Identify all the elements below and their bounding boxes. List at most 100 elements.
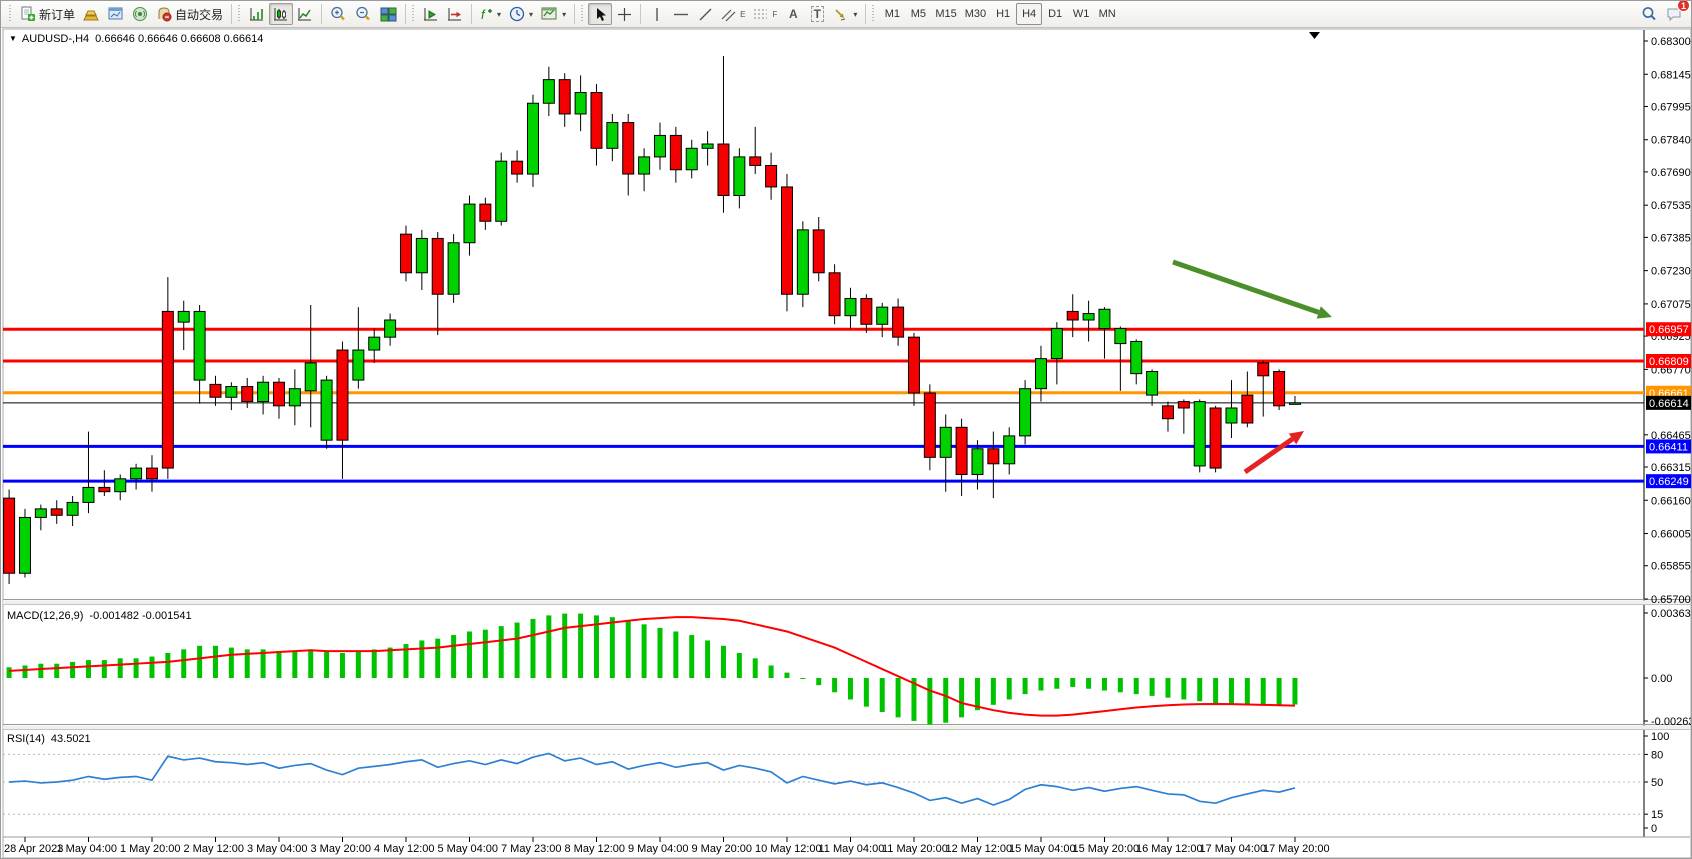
candle [99, 487, 110, 491]
macd-bar [610, 617, 615, 678]
macd-bar [705, 640, 710, 678]
tile-windows-button[interactable] [376, 3, 401, 25]
toolbar-separator [865, 4, 866, 24]
horizontal-line-tool-button[interactable] [669, 3, 693, 25]
templates-dropdown-arrow[interactable]: ▾ [562, 10, 566, 19]
time-axis: 28 Apr 20231 May 04:001 May 20:002 May 1… [4, 837, 1330, 855]
zoom-out-icon [355, 6, 372, 22]
template-icon [541, 7, 558, 21]
candle [1020, 389, 1031, 436]
time-tick-label: 8 May 12:00 [565, 843, 626, 855]
crosshair-icon [617, 7, 632, 22]
fibonacci-tool-button[interactable]: F [749, 3, 781, 25]
timeframe-m1-button[interactable]: M1 [879, 3, 905, 25]
toolbar-grip[interactable] [581, 5, 586, 23]
shapes-tool-button[interactable]: ▾ [829, 3, 861, 25]
zoom-in-button[interactable] [326, 3, 351, 25]
auto-trading-button[interactable]: 自动交易 [152, 3, 227, 25]
macd-bar [292, 651, 297, 678]
chart-shift-button[interactable] [443, 3, 467, 25]
new-order-button[interactable]: 新订单 [16, 3, 79, 25]
time-tick-label: 11 May 04:00 [819, 843, 885, 855]
candle [1067, 311, 1078, 320]
timeframe-h4-button[interactable]: H4 [1016, 3, 1042, 25]
macd-bar [86, 660, 91, 678]
shapes-dropdown-arrow[interactable]: ▾ [853, 10, 857, 19]
channel-tool-button[interactable]: E [717, 3, 749, 25]
candle [1178, 402, 1189, 408]
toolbar-separator [405, 4, 406, 24]
price-line-label-0.66249: 0.66249 [1646, 474, 1692, 488]
templates-button[interactable]: ▾ [537, 3, 570, 25]
vertical-line-tool-button[interactable] [645, 3, 669, 25]
candle [162, 311, 173, 468]
candle [19, 517, 30, 573]
timeframe-w1-button[interactable]: W1 [1068, 3, 1094, 25]
label-tool-button[interactable]: T [805, 3, 829, 25]
time-tick-label: 3 May 04:00 [247, 843, 308, 855]
candle [1289, 403, 1300, 405]
toolbar-grip[interactable] [9, 5, 14, 23]
timeframe-m15-button[interactable]: M15 [931, 3, 960, 25]
bar-chart-button[interactable] [245, 3, 269, 25]
indicators-dropdown-arrow[interactable]: ▾ [497, 10, 501, 19]
timeframe-d1-button[interactable]: D1 [1042, 3, 1068, 25]
candle [67, 502, 78, 515]
candle [1115, 329, 1126, 344]
gold-button[interactable] [79, 3, 104, 25]
text-tool-button[interactable]: A [781, 3, 805, 25]
cursor-tool-button[interactable] [588, 3, 612, 25]
candles [4, 56, 1301, 584]
candle [956, 427, 967, 474]
toolbar-grip[interactable] [238, 5, 243, 23]
candle [1035, 359, 1046, 389]
candle [194, 311, 205, 380]
toolbar-grip[interactable] [412, 5, 417, 23]
candle [1242, 395, 1253, 423]
candle [940, 427, 951, 457]
crosshair-tool-button[interactable] [612, 3, 636, 25]
candle [702, 144, 713, 148]
macd-bar [1118, 678, 1123, 692]
periods-button[interactable]: ▾ [505, 3, 537, 25]
chart-area[interactable]: ▼AUDUSD-,H40.66646 0.66646 0.66608 0.666… [1, 28, 1692, 859]
zoom-out-button[interactable] [351, 3, 376, 25]
candle [877, 307, 888, 324]
market-window-button[interactable] [104, 3, 128, 25]
macd-bar [816, 678, 821, 685]
auto-scroll-button[interactable] [419, 3, 443, 25]
candle [781, 187, 792, 294]
line-chart-button[interactable] [293, 3, 317, 25]
chart-canvas[interactable]: 0.683000.681450.679950.678400.676900.675… [1, 28, 1692, 859]
toolbar-grip[interactable] [872, 5, 877, 23]
toolbar-separator [321, 4, 322, 24]
candle [353, 350, 364, 380]
indicators-button[interactable]: f ▾ [476, 3, 505, 25]
macd-bar [451, 635, 456, 678]
candlestick-chart-button[interactable] [269, 3, 293, 25]
macd-bar [1165, 678, 1170, 698]
toolbar-separator [471, 4, 472, 24]
trendline-tool-button[interactable] [693, 3, 717, 25]
time-tick-label: 3 May 20:00 [311, 843, 372, 855]
indicators-icon: f [480, 7, 493, 22]
rsi-tick: 100 [1651, 731, 1669, 743]
search-button[interactable] [1637, 3, 1662, 25]
notifications-button[interactable]: 1 [1662, 3, 1687, 25]
svg-text:0.66614: 0.66614 [1649, 398, 1689, 410]
periods-dropdown-arrow[interactable]: ▾ [529, 10, 533, 19]
signals-button[interactable] [128, 3, 152, 25]
symbol-dropdown-marker[interactable]: ▼ [9, 34, 17, 43]
downtrend-arrow[interactable] [1173, 262, 1332, 319]
macd-bar [530, 619, 535, 678]
candle [480, 204, 491, 221]
timeframe-mn-button[interactable]: MN [1094, 3, 1120, 25]
price-tick: 0.66315 [1651, 462, 1691, 474]
rsi-tick: 80 [1651, 749, 1663, 761]
bounce-arrow[interactable] [1245, 431, 1304, 472]
macd-bar [642, 624, 647, 678]
chart-shift-marker[interactable] [1309, 32, 1320, 39]
timeframe-h1-button[interactable]: H1 [990, 3, 1016, 25]
timeframe-m30-button[interactable]: M30 [961, 3, 990, 25]
timeframe-m5-button[interactable]: M5 [905, 3, 931, 25]
